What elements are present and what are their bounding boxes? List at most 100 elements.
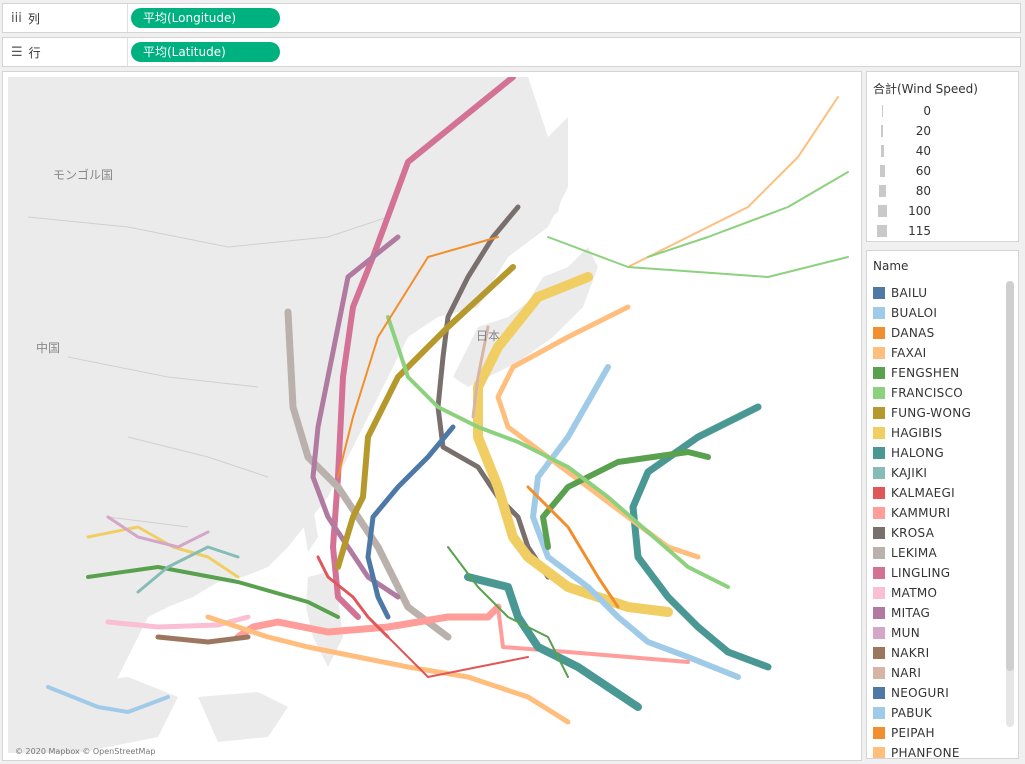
- legend-item-matmo[interactable]: MATMO: [867, 583, 1018, 603]
- legend-item-label: PABUK: [891, 706, 933, 720]
- color-swatch: [873, 467, 885, 479]
- size-item[interactable]: 0: [867, 101, 1018, 121]
- size-value: 0: [923, 104, 931, 118]
- size-swatch: [879, 165, 885, 177]
- columns-icon: iii: [11, 10, 22, 26]
- name-legend-title: Name: [873, 259, 909, 273]
- map-attribution[interactable]: © 2020 Mapbox © OpenStreetMap: [15, 747, 155, 756]
- size-value: 20: [915, 124, 931, 138]
- size-item[interactable]: 60: [867, 161, 1018, 181]
- rows-shelf: ☰ 行 平均(Latitude): [2, 37, 1021, 67]
- color-swatch: [873, 727, 885, 739]
- legend-item-label: KALMAEGI: [891, 486, 955, 500]
- legend-item-danas[interactable]: DANAS: [867, 323, 1018, 343]
- legend-item-mun[interactable]: MUN: [867, 623, 1018, 643]
- legend-item-halong[interactable]: HALONG: [867, 443, 1018, 463]
- legend-item-phanfone[interactable]: PHANFONE: [867, 743, 1018, 759]
- legend-item-label: FUNG-WONG: [891, 406, 972, 420]
- map-canvas: モンゴル国 中国 日本: [8, 77, 856, 753]
- legend-item-fung-wong[interactable]: FUNG-WONG: [867, 403, 1018, 423]
- color-swatch: [873, 427, 885, 439]
- legend-item-label: PHANFONE: [891, 746, 960, 759]
- legend-item-label: HALONG: [891, 446, 945, 460]
- color-swatch: [873, 707, 885, 719]
- legend-item-label: KAJIKI: [891, 466, 928, 480]
- legend-item-label: FAXAI: [891, 346, 927, 360]
- size-item[interactable]: 40: [867, 141, 1018, 161]
- legend-item-label: NAKRI: [891, 646, 930, 660]
- legend-item-label: MATMO: [891, 586, 938, 600]
- size-value: 40: [915, 144, 931, 158]
- legend-item-label: FRANCISCO: [891, 386, 963, 400]
- color-swatch: [873, 667, 885, 679]
- size-item[interactable]: 80: [867, 181, 1018, 201]
- size-swatch: [877, 205, 887, 217]
- legend-item-fengshen[interactable]: FENGSHEN: [867, 363, 1018, 383]
- size-item[interactable]: 100: [867, 201, 1018, 221]
- name-legend-list: BAILU BUALOI DANAS FAXAI FENGSHEN FRANCISCO FU…: [867, 277, 1018, 759]
- legend-item-pabuk[interactable]: PABUK: [867, 703, 1018, 723]
- legend-item-label: KAMMURI: [891, 506, 951, 520]
- color-swatch: [873, 347, 885, 359]
- legend-scroll-thumb[interactable]: [1006, 281, 1014, 671]
- size-swatch: [881, 125, 883, 137]
- legend-item-kammuri[interactable]: KAMMURI: [867, 503, 1018, 523]
- size-item[interactable]: 115: [867, 221, 1018, 241]
- color-swatch: [873, 507, 885, 519]
- china-label: 中国: [36, 340, 60, 355]
- rows-label: 行: [28, 45, 41, 60]
- legend-item-label: NEOGURI: [891, 686, 950, 700]
- size-value: 100: [908, 204, 931, 218]
- legend-item-peipah[interactable]: PEIPAH: [867, 723, 1018, 743]
- size-swatch: [878, 185, 886, 197]
- color-swatch: [873, 567, 885, 579]
- legend-scrollbar[interactable]: [1006, 281, 1014, 727]
- size-swatch: [877, 225, 887, 237]
- legend-item-bualoi[interactable]: BUALOI: [867, 303, 1018, 323]
- color-swatch: [873, 627, 885, 639]
- legend-item-lekima[interactable]: LEKIMA: [867, 543, 1018, 563]
- legend-item-label: LEKIMA: [891, 546, 938, 560]
- color-swatch: [873, 747, 885, 758]
- legend-item-lingling[interactable]: LINGLING: [867, 563, 1018, 583]
- legend-item-label: MITAG: [891, 606, 931, 620]
- legend-item-nari[interactable]: NARI: [867, 663, 1018, 683]
- typhoon-track-map[interactable]: モンゴル国 中国 日本 © 2020 Mapbox © OpenStreetMa…: [2, 71, 862, 761]
- legend-item-label: LINGLING: [891, 566, 951, 580]
- legend-item-neoguri[interactable]: NEOGURI: [867, 683, 1018, 703]
- legend-item-kajiki[interactable]: KAJIKI: [867, 463, 1018, 483]
- legend-item-francisco[interactable]: FRANCISCO: [867, 383, 1018, 403]
- longitude-pill[interactable]: 平均(Longitude): [131, 8, 280, 28]
- legend-item-bailu[interactable]: BAILU: [867, 283, 1018, 303]
- legend-item-mitag[interactable]: MITAG: [867, 603, 1018, 623]
- mongolia-label: モンゴル国: [53, 167, 113, 182]
- columns-label: 列: [27, 11, 40, 26]
- legend-item-label: MUN: [891, 626, 921, 640]
- legend-item-label: FENGSHEN: [891, 366, 960, 380]
- color-swatch: [873, 487, 885, 499]
- latitude-pill[interactable]: 平均(Latitude): [131, 42, 280, 62]
- color-swatch: [873, 307, 885, 319]
- japan-label: 日本: [476, 329, 500, 343]
- size-item[interactable]: 20: [867, 121, 1018, 141]
- legend-item-label: HAGIBIS: [891, 426, 943, 440]
- size-legend-title: 合計(Wind Speed): [873, 82, 978, 96]
- size-legend-items: 0 20 40 60 80 100 115: [867, 101, 1018, 241]
- legend-item-nakri[interactable]: NAKRI: [867, 643, 1018, 663]
- legend-item-label: DANAS: [891, 326, 935, 340]
- legend-item-hagibis[interactable]: HAGIBIS: [867, 423, 1018, 443]
- size-swatch: [880, 145, 884, 157]
- legend-item-faxai[interactable]: FAXAI: [867, 343, 1018, 363]
- legend-item-label: KROSA: [891, 526, 935, 540]
- color-swatch: [873, 687, 885, 699]
- size-value: 80: [915, 184, 931, 198]
- color-swatch: [873, 287, 885, 299]
- columns-shelf: iii 列 平均(Longitude): [2, 3, 1021, 33]
- legend-item-kalmaegi[interactable]: KALMAEGI: [867, 483, 1018, 503]
- color-swatch: [873, 527, 885, 539]
- legend-item-label: PEIPAH: [891, 726, 935, 740]
- legend-item-label: BAILU: [891, 286, 928, 300]
- legend-item-label: NARI: [891, 666, 922, 680]
- size-value: 115: [908, 224, 931, 238]
- legend-item-krosa[interactable]: KROSA: [867, 523, 1018, 543]
